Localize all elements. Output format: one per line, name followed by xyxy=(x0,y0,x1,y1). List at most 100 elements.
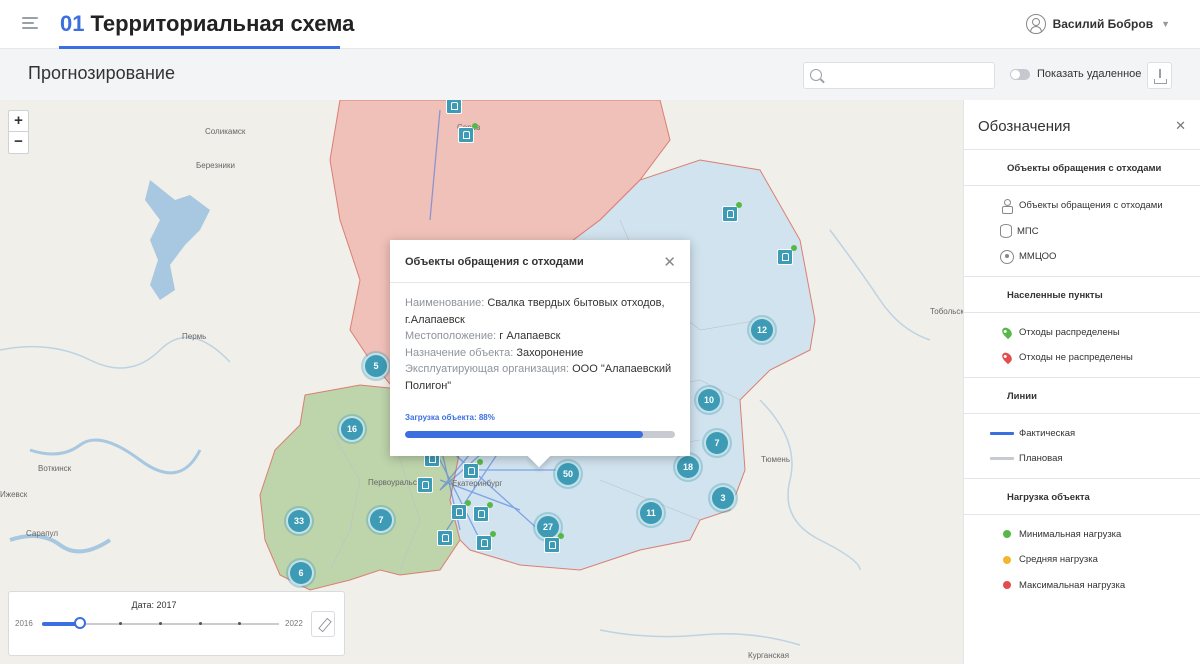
map-cluster[interactable]: 5 xyxy=(363,353,389,379)
popup-field-purpose: Назначение объекта: Захоронение xyxy=(405,345,675,362)
popup-field-location: Местоположение: г Алапаевск xyxy=(405,328,675,345)
map-cluster[interactable]: 16 xyxy=(339,416,365,442)
show-deleted-toggle[interactable] xyxy=(1010,69,1030,80)
city-label: Тобольск xyxy=(930,307,963,316)
waste-object-marker[interactable] xyxy=(476,531,496,551)
map-cluster[interactable]: 33 xyxy=(286,508,312,534)
popup-field-name: Наименование: Свалка твердых бытовых отх… xyxy=(405,295,675,328)
search-icon xyxy=(810,69,822,81)
waste-object-marker[interactable] xyxy=(417,477,433,493)
dot-icon xyxy=(1003,530,1011,539)
city-label: Пермь xyxy=(182,332,207,341)
legend-item-label: ММЦОО xyxy=(1019,251,1057,263)
dot-icon xyxy=(1003,555,1011,564)
show-deleted-label: Показать удаленное xyxy=(1037,68,1142,80)
legend-item: Отходы не распределены xyxy=(964,345,1200,371)
map-cluster[interactable]: 10 xyxy=(696,387,722,413)
legend-group: Минимальная нагрузка Средняя нагрузка Ма… xyxy=(964,515,1200,605)
edit-pencil-button[interactable] xyxy=(311,611,335,637)
field-value: г Алапаевск xyxy=(499,330,561,342)
legend-item-label: Фактическая xyxy=(1019,427,1076,439)
page-header-title: 01 Территориальная схема xyxy=(60,11,354,37)
load-status-dot xyxy=(558,533,564,539)
city-label: Воткинск xyxy=(38,464,72,473)
city-label: Березники xyxy=(196,161,235,170)
map-cluster[interactable]: 18 xyxy=(675,454,701,480)
load-status-dot xyxy=(736,202,742,208)
legend-title: Обозначения ✕ xyxy=(964,100,1200,150)
legend-item: Отходы распределены xyxy=(964,320,1200,346)
map-cluster[interactable]: 3 xyxy=(710,485,736,511)
map-cluster[interactable]: 6 xyxy=(288,560,314,586)
city-label: Тюмень xyxy=(761,455,790,464)
legend-item-label: Минимальная нагрузка xyxy=(1019,528,1122,540)
legend-group: Объекты обращения с отходами МПС ММЦОО xyxy=(964,186,1200,277)
map-cluster[interactable]: 7 xyxy=(704,430,730,456)
waste-object-marker[interactable] xyxy=(722,202,742,222)
legend-item: Средняя нагрузка xyxy=(964,547,1200,573)
field-key: Местоположение: xyxy=(405,330,497,342)
legend-item-label: Объекты обращения с отходами xyxy=(1019,200,1163,212)
waste-object-marker[interactable] xyxy=(451,500,471,520)
legend-item: ММЦОО xyxy=(964,244,1200,270)
date-timeline: Дата: 2017 2016 2022 xyxy=(8,591,345,656)
user-avatar-icon xyxy=(1025,14,1046,34)
timeline-end-year: 2022 xyxy=(285,619,303,628)
waste-object-marker[interactable] xyxy=(437,530,453,546)
search-box[interactable] xyxy=(803,62,995,89)
map-cluster[interactable]: 12 xyxy=(749,317,775,343)
legend-item-label: Отходы распределены xyxy=(1019,326,1120,338)
field-key: Назначение объекта: xyxy=(405,346,514,359)
timeline-tick xyxy=(119,622,122,625)
map-cluster[interactable]: 50 xyxy=(555,461,581,487)
waste-object-marker[interactable] xyxy=(463,459,483,479)
city-label: Первоуральск xyxy=(368,478,421,487)
line-icon xyxy=(990,457,1014,461)
waste-object-marker[interactable] xyxy=(446,100,462,114)
legend-item: Минимальная нагрузка xyxy=(964,522,1200,548)
timeline-slider-handle[interactable] xyxy=(74,617,86,629)
zoom-out-button[interactable]: − xyxy=(9,132,28,153)
user-menu[interactable]: Василий Бобров ▼ xyxy=(1025,14,1170,34)
load-status-dot xyxy=(465,500,471,506)
zoom-in-button[interactable]: + xyxy=(9,111,28,132)
map-cluster[interactable]: 7 xyxy=(368,507,394,533)
city-label: Соликамск xyxy=(205,127,246,136)
legend-section-title: Населенные пункты xyxy=(964,277,1200,313)
field-key: Эксплуатирующая организация: xyxy=(405,363,570,375)
legend-section-title: Линии xyxy=(964,378,1200,414)
zoom-control: + − xyxy=(8,110,29,154)
popup-field-organization: Эксплуатирующая организация: ООО "Алапае… xyxy=(405,361,675,394)
city-label: Сарапул xyxy=(26,529,59,538)
menu-icon[interactable] xyxy=(22,17,38,29)
timeline-start-year: 2016 xyxy=(15,619,33,628)
legend-group: Отходы распределены Отходы не распределе… xyxy=(964,313,1200,378)
waste-object-marker[interactable] xyxy=(458,123,478,143)
legend-item: Фактическая xyxy=(964,421,1200,447)
waste-object-icon xyxy=(1000,198,1014,214)
load-status-dot xyxy=(472,123,478,129)
close-icon[interactable]: ✕ xyxy=(1175,118,1186,134)
pin-icon xyxy=(1000,325,1014,339)
field-key: Наименование: xyxy=(405,297,485,309)
chevron-down-icon: ▼ xyxy=(1161,19,1170,29)
page-title: Прогнозирование xyxy=(28,63,175,83)
load-status-dot xyxy=(791,245,797,251)
download-button[interactable] xyxy=(1147,62,1172,89)
waste-object-marker[interactable] xyxy=(777,245,797,265)
timeline-tick xyxy=(159,622,162,625)
legend-panel: Обозначения ✕ Объекты обращения с отхода… xyxy=(963,100,1200,664)
top-bar: 01 Территориальная схема Василий Бобров ▼ xyxy=(0,0,1200,49)
legend-item-label: МПС xyxy=(1017,225,1039,237)
timeline-date-label: Дата: 2017 xyxy=(131,600,177,610)
waste-object-marker[interactable] xyxy=(544,533,564,553)
section-title: Территориальная схема xyxy=(90,11,355,36)
field-value: Захоронение xyxy=(516,346,584,359)
map-cluster[interactable]: 11 xyxy=(638,500,664,526)
map[interactable]: + − Соликамск Березники Пермь Воткинск И… xyxy=(0,100,963,664)
load-progress-fill xyxy=(405,430,643,438)
waste-object-marker[interactable] xyxy=(473,502,493,522)
search-input[interactable] xyxy=(828,66,988,85)
close-icon[interactable]: ✕ xyxy=(663,253,676,271)
user-name: Василий Бобров xyxy=(1052,17,1154,31)
